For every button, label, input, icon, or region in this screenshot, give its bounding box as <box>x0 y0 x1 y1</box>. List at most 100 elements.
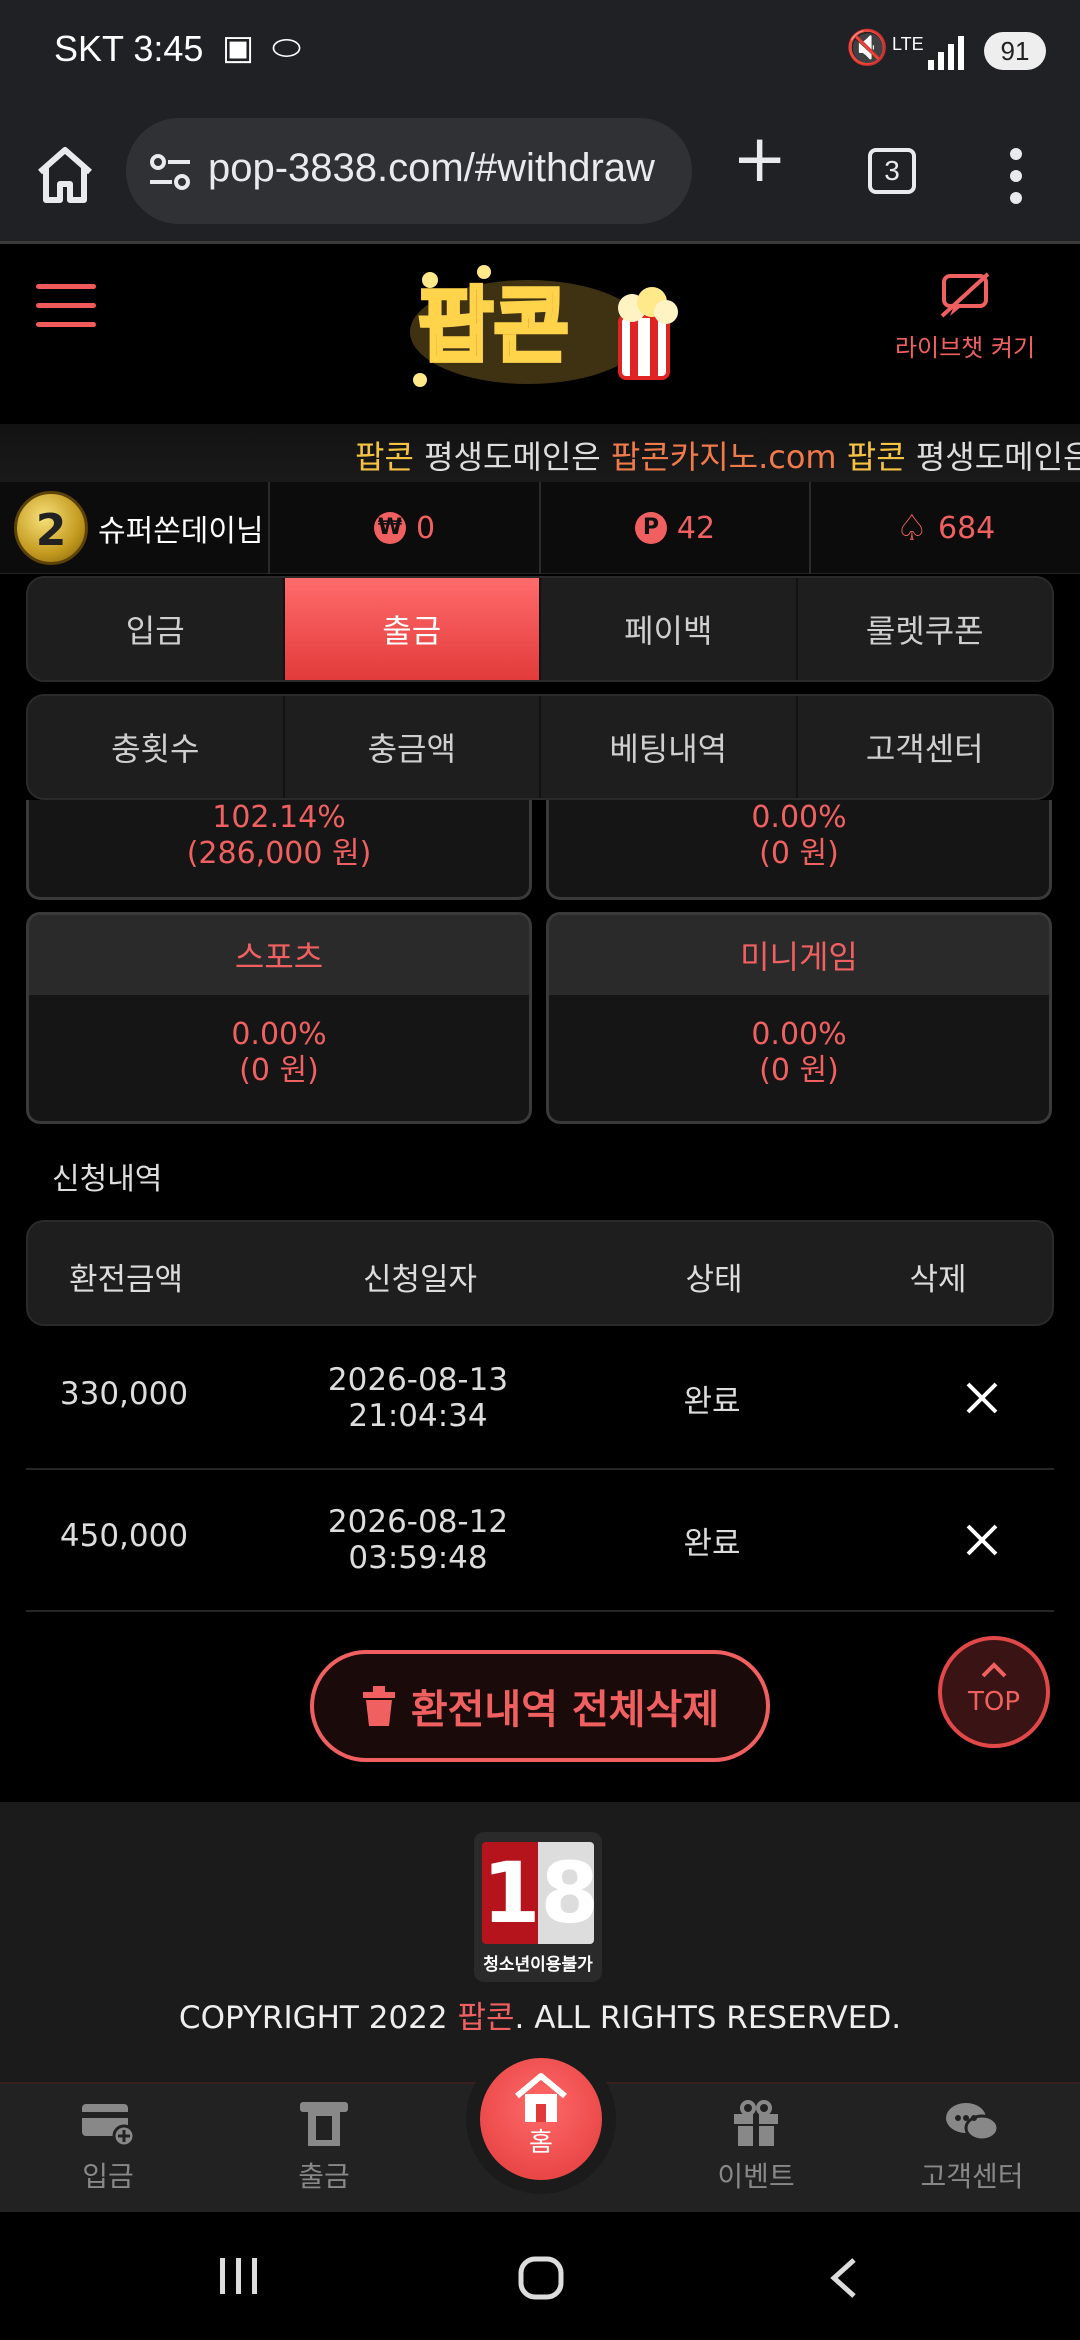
delete-all-label: 환전내역 전체삭제 <box>410 1687 720 1733</box>
point-icon: P <box>634 512 667 544</box>
history-table-header: 환전금액 신청일자 상태 삭제 <box>26 1220 1054 1326</box>
chat-bubbles-icon <box>946 2103 1000 2142</box>
spade-icon: ♤ <box>895 507 928 549</box>
spade-balance[interactable]: ♤ 684 <box>811 482 1080 574</box>
tab-roulette-coupon[interactable]: 룰렛쿠폰 <box>798 578 1053 680</box>
level-badge: 2 <box>14 491 88 565</box>
card-plus-icon <box>82 2104 136 2148</box>
nav-support[interactable]: 고객센터 <box>892 2100 1052 2195</box>
more-options-icon[interactable] <box>1006 146 1026 206</box>
stat-percent: 102.14% <box>212 800 346 835</box>
stat-amount: (286,000 원) <box>186 836 372 871</box>
stat-card-sports: 스포츠 0.00% (0 원) <box>26 912 532 1124</box>
network-type: LTE <box>892 34 924 54</box>
copyright: COPYRIGHT 2022 팝콘. ALL RIGHTS RESERVED. <box>0 1992 1080 2037</box>
stat-amount: (0 원) <box>759 1053 839 1088</box>
stat-percent: 0.00% <box>751 800 847 835</box>
won-icon: ₩ <box>373 512 406 544</box>
delete-row-icon[interactable] <box>962 1378 1002 1418</box>
footer: 18 청소년이용불가 COPYRIGHT 2022 팝콘. ALL RIGHTS… <box>0 1802 1080 2082</box>
tab-charge-amount[interactable]: 충금액 <box>285 696 541 798</box>
back-icon[interactable] <box>828 2256 858 2300</box>
site-logo[interactable]: 팝콘 <box>400 250 690 400</box>
browser-home-icon[interactable] <box>30 140 100 210</box>
scroll-top-button[interactable]: TOP <box>938 1636 1050 1748</box>
delete-row-icon[interactable] <box>962 1520 1002 1560</box>
copyright-brand: 팝콘 <box>457 2000 515 2036</box>
tab-charge-count[interactable]: 충횟수 <box>28 696 285 798</box>
marquee-text: 평생도메인은 <box>413 438 611 476</box>
status-bar: SKT 3:45 ▣ ⬭ 🔇 LTE 91 <box>0 0 1080 110</box>
nav-event[interactable]: 이벤트 <box>676 2100 836 2195</box>
stat-percent: 0.00% <box>231 1017 327 1052</box>
user-info-bar: 2 슈퍼쏜데이님 ₩ 0 P 42 ♤ 684 <box>0 482 1080 574</box>
copyright-pre: COPYRIGHT 2022 <box>178 2000 458 2036</box>
stat-card: 0.00% (0 원) <box>546 800 1052 900</box>
recents-icon[interactable] <box>218 2256 260 2296</box>
nav-deposit[interactable]: 입금 <box>28 2100 188 2195</box>
tab-customer-center[interactable]: 고객센터 <box>798 696 1053 798</box>
row-date-day: 2026-08-13 <box>327 1362 509 1398</box>
row-status: 완료 <box>683 1526 741 1562</box>
chevron-up-icon <box>981 1662 1007 1678</box>
marquee-text-2: 평생도메인은 <box>905 438 1080 476</box>
nav-support-label: 고객센터 <box>920 2160 1024 2193</box>
scroll-top-label: TOP <box>967 1687 1021 1717</box>
browser-toolbar: pop-3838.com/#withdraw + 3 <box>0 110 1080 244</box>
trash-icon <box>362 1686 395 1726</box>
tab-betting-history[interactable]: 베팅내역 <box>541 696 798 798</box>
row-date-time: 03:59:48 <box>348 1540 488 1576</box>
new-tab-icon[interactable]: + <box>732 126 787 192</box>
row-date: 2026-08-13 21:04:34 <box>222 1362 614 1434</box>
delete-all-history-button[interactable]: 환전내역 전체삭제 <box>310 1650 770 1762</box>
nav-withdraw[interactable]: 출금 <box>244 2100 404 2195</box>
nav-event-label: 이벤트 <box>717 2160 795 2193</box>
live-chat-toggle[interactable]: 라이브챗 켜기 <box>880 272 1050 372</box>
tab-row-1: 입금 출금 페이백 룰렛쿠폰 <box>26 576 1054 682</box>
money-balance[interactable]: ₩ 0 <box>270 482 541 574</box>
point-balance[interactable]: P 42 <box>541 482 811 574</box>
row-amount: 450,000 <box>59 1518 189 1554</box>
col-status: 상태 <box>685 1262 743 1298</box>
table-row: 330,000 2026-08-13 21:04:34 완료 <box>26 1328 1054 1470</box>
user-profile[interactable]: 2 슈퍼쏜데이님 <box>0 482 270 574</box>
stat-title: 스포츠 <box>29 915 529 995</box>
home-system-icon[interactable] <box>518 2256 564 2300</box>
svg-text:팝콘: 팝콘 <box>418 279 569 374</box>
domain-notice-marquee: 팝콘 평생도메인은 팝콘카지노.com 팝콘 평생도메인은 <box>0 424 1080 482</box>
url-text[interactable]: pop-3838.com/#withdraw <box>208 146 678 191</box>
atm-icon <box>300 2102 348 2146</box>
tab-payback[interactable]: 페이백 <box>541 578 798 680</box>
nav-withdraw-label: 출금 <box>298 2160 350 2193</box>
gift-icon <box>734 2100 778 2146</box>
battery-indicator: 91 <box>984 32 1046 70</box>
tab-switcher-button[interactable]: 3 <box>868 148 916 194</box>
age-label: 청소년이용불가 <box>483 1955 593 1975</box>
marquee-domain: 팝콘카지노.com <box>610 438 837 476</box>
money-value: 0 <box>415 510 436 546</box>
url-bar[interactable]: pop-3838.com/#withdraw <box>126 118 692 224</box>
nav-home-label: 홈 <box>529 2128 553 2158</box>
row-date: 2026-08-12 03:59:48 <box>222 1504 614 1576</box>
table-row: 450,000 2026-08-12 03:59:48 완료 <box>26 1470 1054 1612</box>
status-time: SKT 3:45 <box>54 28 204 69</box>
nav-deposit-label: 입금 <box>82 2160 134 2193</box>
col-delete: 삭제 <box>909 1262 967 1298</box>
row-date-day: 2026-08-12 <box>327 1504 509 1540</box>
stat-title: 미니게임 <box>549 915 1049 995</box>
row-date-time: 21:04:34 <box>348 1398 488 1434</box>
col-amount: 환전금액 <box>68 1262 184 1298</box>
stat-percent: 0.00% <box>751 1017 847 1052</box>
menu-icon[interactable] <box>36 284 96 328</box>
mute-icon: 🔇 <box>846 28 889 68</box>
age-number: 18 <box>482 1842 599 1944</box>
pill-icon: ⬭ <box>272 28 302 68</box>
site-settings-icon[interactable] <box>148 152 192 192</box>
chat-off-icon <box>940 272 990 318</box>
nav-home[interactable]: 홈 <box>480 2058 602 2180</box>
copyright-post: . ALL RIGHTS RESERVED. <box>514 2000 902 2036</box>
tab-deposit[interactable]: 입금 <box>28 578 285 680</box>
stat-amount: (0 원) <box>759 836 839 871</box>
age-restriction-badge: 18 청소년이용불가 <box>474 1832 602 1982</box>
tab-withdraw[interactable]: 출금 <box>284 578 541 680</box>
